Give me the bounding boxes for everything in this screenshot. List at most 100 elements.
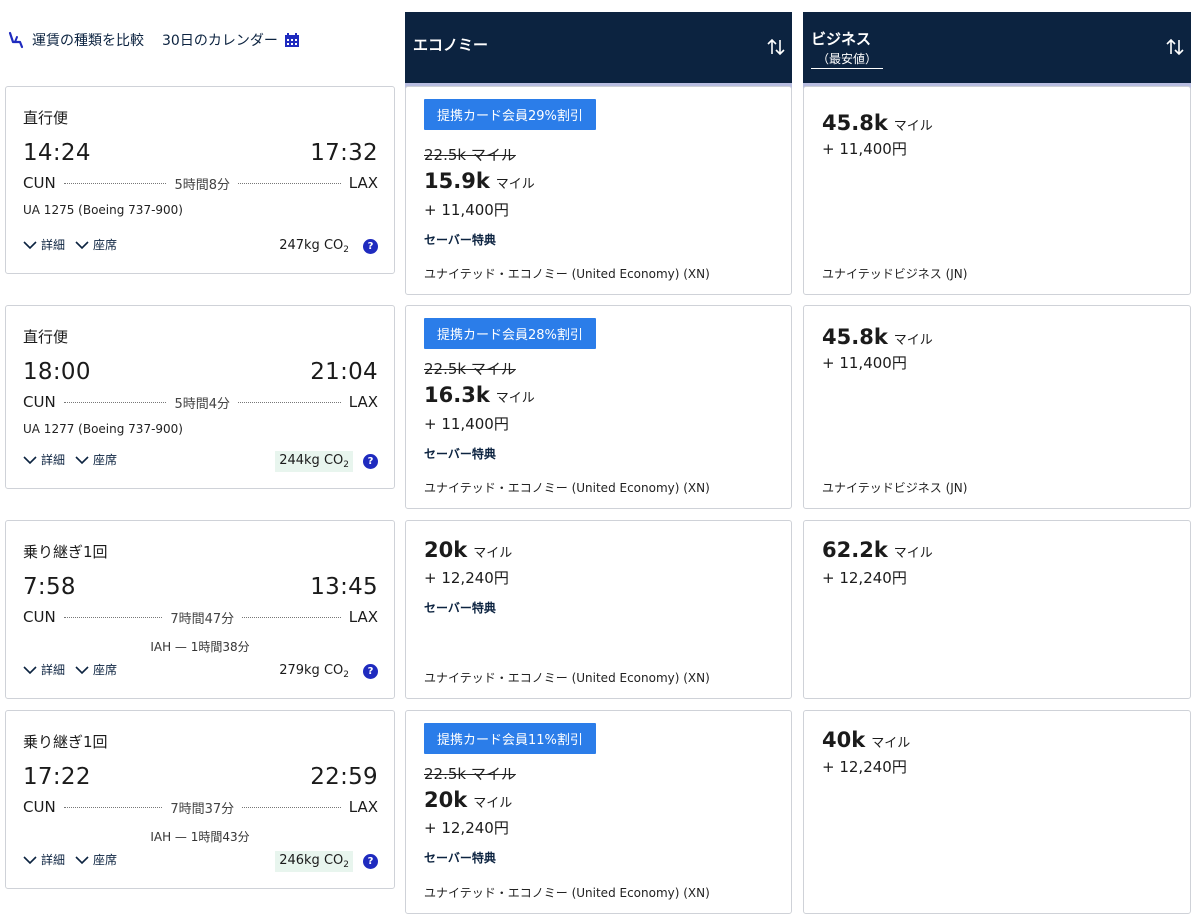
help-icon[interactable]: ? [363,454,378,469]
co2-value: 244kg CO2 [275,451,353,472]
original-price: 22.5k マイル [424,765,516,783]
discount-badge: 提携カード会員11%割引 [424,723,596,754]
cabin-class: ユナイテッド・エコノミー (United Economy) (XN) [424,267,710,281]
chevron-down-icon[interactable] [75,855,89,865]
co2-emission: 246kg CO2 ? [275,851,378,872]
chevron-down-icon[interactable] [23,855,37,865]
discount-badge: 提携カード会員29%割引 [424,99,596,130]
route-line: CUN 7時間37分 LAX [23,797,378,817]
fare-tax: + 11,400円 [822,354,907,372]
seats-toggle[interactable]: 座席 [93,661,117,678]
flight-type: 乗り継ぎ1回 [23,543,108,561]
sort-icon[interactable] [1165,36,1185,58]
chevron-down-icon[interactable] [23,240,37,250]
departure-time: 7:58 [23,574,76,600]
seats-toggle[interactable]: 座席 [93,451,117,468]
cabin-class: ユナイテッド・エコノミー (United Economy) (XN) [424,481,710,495]
flight-controls: 詳細 座席 [23,661,127,678]
sort-icon[interactable] [766,36,786,58]
chevron-down-icon[interactable] [23,455,37,465]
seats-toggle[interactable]: 座席 [93,236,117,253]
cabin-class: ユナイテッドビジネス (JN) [822,481,968,495]
fare-miles: 40k マイル [822,728,911,752]
business-fare-card[interactable]: 45.8k マイル + 11,400円 ユナイテッドビジネス (JN) [803,305,1191,509]
economy-column-header[interactable]: エコノミー [405,12,792,91]
cabin-class: ユナイテッド・エコノミー (United Economy) (XN) [424,886,710,900]
co2-value: 247kg CO2 [279,238,349,255]
flight-controls: 詳細 座席 [23,851,127,868]
arrival-time: 13:45 [310,574,378,600]
details-toggle[interactable]: 詳細 [41,451,65,468]
route-dash [63,401,167,403]
business-fare-card[interactable]: 40k マイル + 12,240円 [803,710,1191,914]
help-icon[interactable]: ? [363,239,378,254]
flight-type: 直行便 [23,328,69,346]
arrival-time: 21:04 [310,359,378,385]
co2-emission: 279kg CO2 ? [275,661,378,682]
toolbar-links: 運賃の種類を比較 30日のカレンダー [6,30,300,50]
flight-controls: 詳細 座席 [23,451,127,468]
fare-miles: 20k マイル [424,788,513,812]
business-column-title: ビジネス [811,30,872,48]
chevron-down-icon[interactable] [23,665,37,675]
results-toolbar: 運賃の種類を比較 30日のカレンダー [0,0,400,86]
business-column-subtitle: （最安値） [811,50,884,69]
fare-miles: 20k マイル [424,538,513,562]
route-dash [238,182,341,184]
economy-fare-card[interactable]: 提携カード会員29%割引 22.5k マイル 15.9k マイル + 11,400… [405,86,792,295]
economy-column-title: エコノミー [413,36,489,54]
business-fare-card[interactable]: 45.8k マイル + 11,400円 ユナイテッドビジネス (JN) [803,86,1191,295]
origin-code: CUN [23,608,56,626]
economy-fare-card[interactable]: 20k マイル + 12,240円 セーバー特典 ユナイテッド・エコノミー (Un… [405,520,792,699]
economy-fare-card[interactable]: 提携カード会員28%割引 22.5k マイル 16.3k マイル + 11,400… [405,305,792,509]
route-dash [63,806,163,808]
saver-award-label: セーバー特典 [424,601,496,615]
route-line: CUN 7時間47分 LAX [23,607,378,627]
co2-value: 246kg CO2 [275,851,353,872]
seats-toggle[interactable]: 座席 [93,851,117,868]
cabin-class: ユナイテッドビジネス (JN) [822,267,968,281]
business-fare-card[interactable]: 62.2k マイル + 12,240円 [803,520,1191,699]
seat-icon [8,31,24,49]
connection-info: IAH — 1時間43分 [150,830,250,844]
route-dash [63,616,163,618]
flight-duration: 7時間37分 [170,801,235,817]
chevron-down-icon[interactable] [75,455,89,465]
fare-miles: 45.8k マイル [822,111,933,135]
details-toggle[interactable]: 詳細 [41,851,65,868]
calendar-link[interactable]: 30日のカレンダー [162,30,278,50]
discount-badge: 提携カード会員28%割引 [424,318,596,349]
details-toggle[interactable]: 詳細 [41,661,65,678]
fare-miles: 16.3k マイル [424,383,535,407]
calendar-icon[interactable] [284,32,300,48]
departure-time: 17:22 [23,764,91,790]
chevron-down-icon[interactable] [75,665,89,675]
help-icon[interactable]: ? [363,664,378,679]
chevron-down-icon[interactable] [75,240,89,250]
original-price: 22.5k マイル [424,360,516,378]
details-toggle[interactable]: 詳細 [41,236,65,253]
arrival-time: 17:32 [310,140,378,166]
saver-award-label: セーバー特典 [424,851,496,865]
business-column-header[interactable]: ビジネス （最安値） [803,12,1191,91]
saver-award-label: セーバー特典 [424,447,496,461]
origin-code: CUN [23,174,56,192]
fare-tax: + 12,240円 [424,819,509,837]
route-dash [242,616,341,618]
fare-tax: + 12,240円 [424,569,509,587]
co2-emission: 244kg CO2 ? [275,451,378,472]
connection-info: IAH — 1時間38分 [150,640,250,654]
compare-fares-link[interactable]: 運賃の種類を比較 [32,30,144,50]
economy-fare-card[interactable]: 提携カード会員11%割引 22.5k マイル 20k マイル + 12,240円 … [405,710,792,914]
route-dash [242,806,341,808]
fare-miles: 15.9k マイル [424,169,535,193]
origin-code: CUN [23,393,56,411]
flight-card: 乗り継ぎ1回 7:58 13:45 CUN 7時間47分 LAX IAH — 1… [5,520,395,699]
route-dash [63,182,167,184]
flight-card: 直行便 18:00 21:04 CUN 5時間4分 LAX UA 1277 (B… [5,305,395,489]
co2-emission: 247kg CO2 ? [275,236,378,257]
help-icon[interactable]: ? [363,854,378,869]
flight-card: 乗り継ぎ1回 17:22 22:59 CUN 7時間37分 LAX IAH — … [5,710,395,889]
flight-number: UA 1275 (Boeing 737-900) [23,203,183,217]
route-line: CUN 5時間8分 LAX [23,173,378,193]
